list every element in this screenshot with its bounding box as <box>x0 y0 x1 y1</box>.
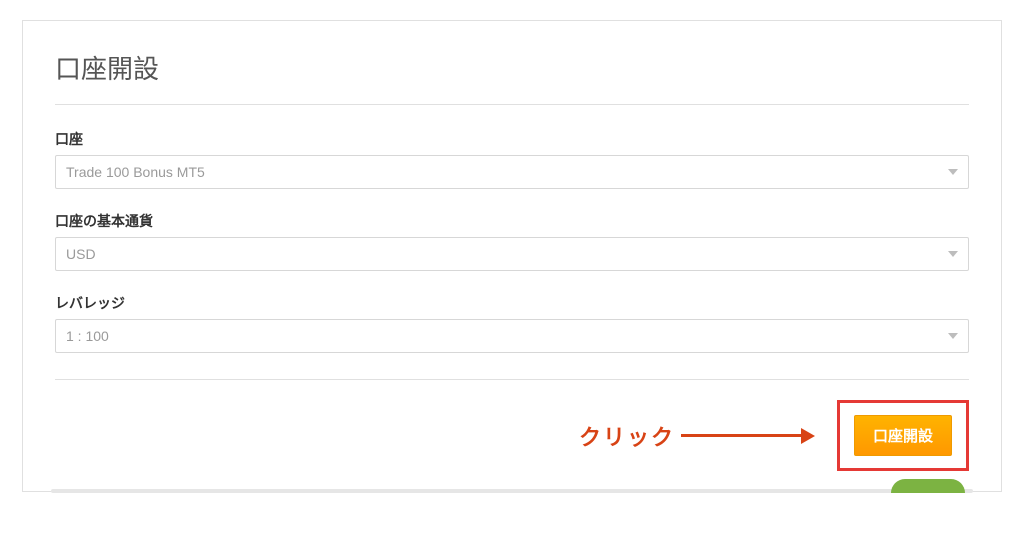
label-leverage: レバレッジ <box>55 293 969 313</box>
select-currency-value: USD <box>66 246 948 262</box>
select-currency[interactable]: USD <box>55 237 969 271</box>
footer-row: クリック 口座開設 <box>55 400 969 471</box>
arrow-right-icon <box>801 428 815 444</box>
label-account: 口座 <box>55 129 969 149</box>
select-leverage-value: 1 : 100 <box>66 328 948 344</box>
select-leverage[interactable]: 1 : 100 <box>55 319 969 353</box>
label-currency: 口座の基本通貨 <box>55 211 969 231</box>
annotation: クリック <box>579 420 815 452</box>
select-account[interactable]: Trade 100 Bonus MT5 <box>55 155 969 189</box>
select-account-value: Trade 100 Bonus MT5 <box>66 164 948 180</box>
account-open-panel: 口座開設 口座 Trade 100 Bonus MT5 口座の基本通貨 USD … <box>22 20 1002 492</box>
submit-button[interactable]: 口座開設 <box>854 415 952 456</box>
chevron-down-icon <box>948 333 958 339</box>
bottom-shadow <box>51 489 973 493</box>
chevron-down-icon <box>948 169 958 175</box>
field-leverage: レバレッジ 1 : 100 <box>55 293 969 353</box>
arrow-line-icon <box>681 434 801 437</box>
field-currency: 口座の基本通貨 USD <box>55 211 969 271</box>
divider <box>55 379 969 380</box>
highlight-box: 口座開設 <box>837 400 969 471</box>
page-title: 口座開設 <box>55 49 969 105</box>
chevron-down-icon <box>948 251 958 257</box>
field-account: 口座 Trade 100 Bonus MT5 <box>55 129 969 189</box>
annotation-text: クリック <box>579 420 675 452</box>
chat-bubble-icon[interactable] <box>891 479 965 493</box>
